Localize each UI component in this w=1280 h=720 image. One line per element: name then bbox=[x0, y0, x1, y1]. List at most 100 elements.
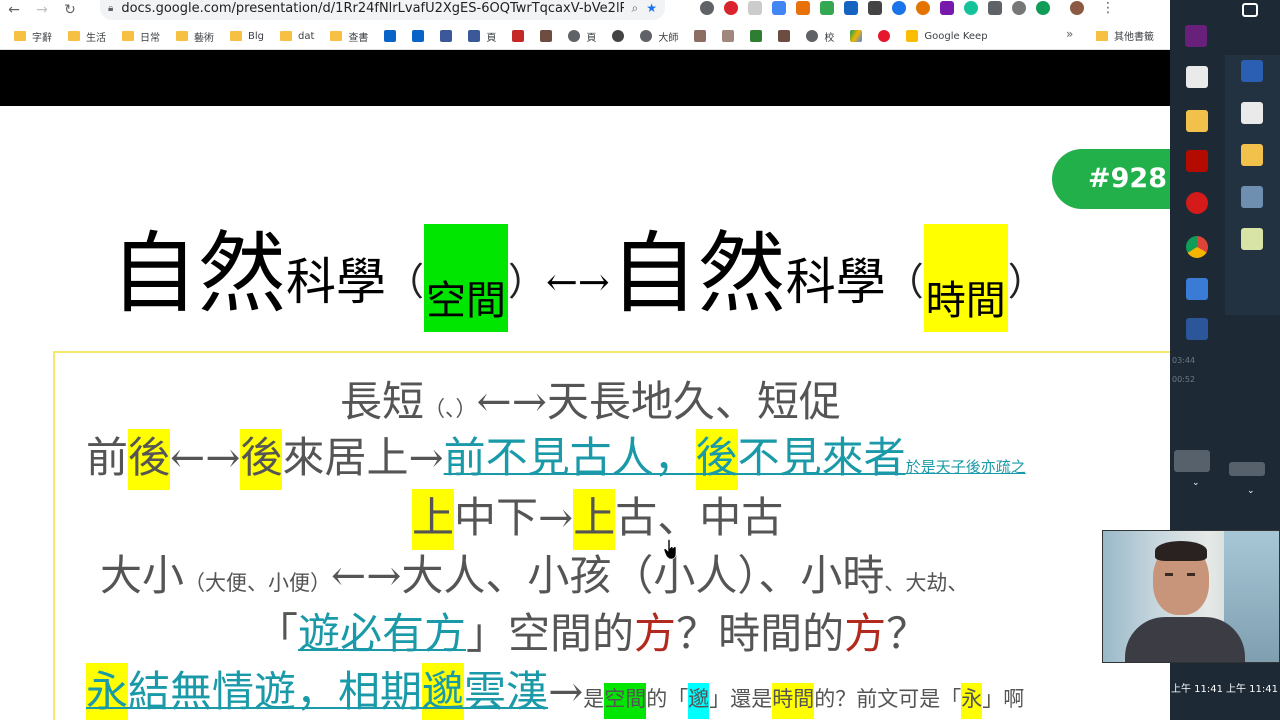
line2-poem-link[interactable]: 前不見古人， bbox=[444, 433, 696, 482]
line6-note: 的「 bbox=[646, 687, 689, 711]
bookmark-site[interactable]: 大師 bbox=[640, 29, 678, 44]
chat-extension-icon[interactable] bbox=[1012, 1, 1026, 15]
check-extension-icon[interactable] bbox=[748, 1, 762, 15]
bookmark-folder[interactable]: 查書 bbox=[330, 29, 368, 44]
bookmark-site[interactable] bbox=[778, 30, 796, 42]
bookmark-weibo[interactable] bbox=[878, 30, 896, 42]
line6-poem-link[interactable]: 結無情遊，相期 bbox=[128, 667, 422, 716]
title-paren-open: （ bbox=[386, 260, 425, 304]
content-line-3: 上中下→上古、中古 bbox=[412, 484, 1170, 550]
dotnet-icon[interactable] bbox=[1241, 60, 1263, 82]
tray-chevron-icon[interactable]: ⌄ bbox=[1192, 478, 1202, 488]
onenote-extension-icon[interactable] bbox=[940, 1, 954, 15]
line1-long-short: 長短 bbox=[340, 377, 425, 426]
virtualbox-icon[interactable] bbox=[1241, 186, 1263, 208]
red-app-icon[interactable] bbox=[1186, 192, 1208, 214]
line2-small-quote-link[interactable]: 於是天子後亦疏之 bbox=[906, 458, 1026, 476]
line5-quote-open: 「 bbox=[256, 609, 299, 658]
word-icon[interactable] bbox=[1186, 318, 1208, 340]
acrobat-icon[interactable] bbox=[1186, 150, 1208, 172]
line2-poem-highlight[interactable]: 後 bbox=[695, 429, 738, 490]
tray-icons[interactable] bbox=[1174, 450, 1210, 472]
globe-icon bbox=[568, 30, 581, 42]
bookmark-site[interactable] bbox=[722, 30, 740, 42]
mouse-cursor-icon bbox=[664, 539, 677, 560]
bookmark-site[interactable] bbox=[612, 30, 630, 42]
line6-space-highlight: 空間 bbox=[604, 683, 647, 719]
remote-desktop-icon[interactable] bbox=[1186, 278, 1208, 300]
line6-forever-highlight[interactable]: 永 bbox=[86, 663, 129, 720]
taskbar-clock-1[interactable]: 上午 11:41 bbox=[1171, 680, 1223, 695]
notepad-icon-2[interactable] bbox=[1241, 102, 1263, 124]
profile-avatar[interactable] bbox=[1070, 1, 1084, 15]
translate-extension-icon[interactable] bbox=[772, 1, 786, 15]
line6-poem-link-2[interactable]: 雲漢 bbox=[464, 667, 548, 716]
puzzle-extension-icon[interactable] bbox=[796, 1, 810, 15]
bookmark-site[interactable] bbox=[694, 30, 712, 42]
notepad-icon[interactable] bbox=[1186, 66, 1208, 88]
tray-icons-2[interactable] bbox=[1229, 462, 1265, 476]
s-extension-icon[interactable] bbox=[1036, 1, 1050, 15]
title-arrow: ←→ bbox=[546, 260, 610, 304]
bookmark-folder[interactable]: Blg bbox=[230, 31, 264, 42]
taskview-icon[interactable] bbox=[1242, 3, 1258, 17]
vpn-extension-icon[interactable] bbox=[844, 1, 858, 15]
content-line-4: 大小（大便、小便）←→大人、小孩（小人）、小時、大劫、 bbox=[100, 542, 1170, 603]
forward-arrow-icon[interactable]: → bbox=[28, 3, 56, 17]
back-arrow-icon[interactable]: ← bbox=[0, 3, 28, 17]
download-extension-icon[interactable] bbox=[820, 1, 834, 15]
reload-icon[interactable]: ↻ bbox=[56, 3, 84, 17]
bookmark-folder[interactable]: 藝術 bbox=[176, 29, 214, 44]
menu-dots-icon[interactable]: ⋮ bbox=[1094, 1, 1122, 15]
line6-note-start: 是 bbox=[583, 687, 605, 711]
camera-extension-icon[interactable] bbox=[700, 1, 714, 15]
chrome-icon[interactable] bbox=[1186, 236, 1208, 258]
taskbar-clock-2[interactable]: 上午 11:41 bbox=[1226, 680, 1278, 695]
file-explorer-icon[interactable] bbox=[1186, 110, 1208, 132]
line3-up-highlight-2: 上 bbox=[573, 489, 616, 550]
url-text[interactable]: docs.google.com/presentation/d/1Rr24fNlr… bbox=[121, 1, 623, 16]
title-big-nature-2: 自然 bbox=[609, 222, 786, 325]
line2-front: 前 bbox=[86, 433, 129, 482]
bookmark-site[interactable] bbox=[750, 30, 768, 42]
bookmark-facebook[interactable] bbox=[440, 30, 458, 42]
url-bar[interactable]: 🔒︎ docs.google.com/presentation/d/1Rr24f… bbox=[100, 0, 665, 20]
evernote-extension-icon[interactable] bbox=[916, 1, 930, 15]
folder-icon bbox=[68, 31, 80, 41]
map-extension-icon[interactable] bbox=[868, 1, 882, 15]
bookmark-star-icon[interactable]: ★ bbox=[646, 1, 657, 15]
visual-studio-icon[interactable] bbox=[1185, 25, 1207, 47]
bookmarks-overflow-chevron[interactable]: » bbox=[1066, 27, 1073, 41]
mail-extension-icon[interactable] bbox=[988, 1, 1002, 15]
bookmark-site[interactable] bbox=[540, 30, 558, 42]
line6-miao-highlight[interactable]: 邈 bbox=[422, 663, 465, 720]
line2-text: 來居上→ bbox=[282, 433, 444, 482]
webcam-person-shirt bbox=[1125, 617, 1245, 662]
bookmark-google-keep[interactable]: Google Keep bbox=[906, 30, 988, 42]
bookmark-facebook[interactable]: 頁 bbox=[468, 29, 496, 44]
grammarly-extension-icon[interactable] bbox=[964, 1, 978, 15]
opera-extension-icon[interactable] bbox=[724, 1, 738, 15]
tray-chevron-icon-2[interactable]: ⌄ bbox=[1247, 486, 1257, 496]
bookmark-site[interactable]: 頁 bbox=[568, 29, 596, 44]
line2-poem-link-2[interactable]: 不見來者 bbox=[738, 433, 906, 482]
line3-up-highlight: 上 bbox=[412, 489, 455, 550]
bookmark-outlook[interactable] bbox=[384, 30, 402, 42]
bookmark-drive[interactable] bbox=[850, 30, 868, 42]
bookmark-folder[interactable]: dat bbox=[280, 31, 314, 42]
other-bookmarks-folder[interactable]: 其他書籤 bbox=[1096, 28, 1154, 43]
bookmark-site[interactable]: 校 bbox=[806, 29, 834, 44]
bookmark-folder[interactable]: 字辭 bbox=[14, 29, 52, 44]
zoom-icon[interactable]: ⌕ bbox=[632, 1, 639, 16]
title-science-1: 科學 bbox=[286, 253, 387, 311]
bookmark-folder[interactable]: 生活 bbox=[68, 29, 106, 44]
shield-extension-icon[interactable] bbox=[892, 1, 906, 15]
title-space-highlight: 空間 bbox=[424, 224, 509, 332]
bookmark-outlook[interactable] bbox=[412, 30, 430, 42]
file-explorer-icon-2[interactable] bbox=[1241, 144, 1263, 166]
bookmark-site[interactable] bbox=[512, 30, 530, 42]
line5-quote-link[interactable]: 遊必有方 bbox=[298, 609, 466, 658]
notes-icon[interactable] bbox=[1241, 228, 1263, 250]
bookmark-folder[interactable]: 日常 bbox=[122, 29, 160, 44]
line4-rest: ←→大人、小孩（小人）、小時 bbox=[331, 551, 885, 600]
